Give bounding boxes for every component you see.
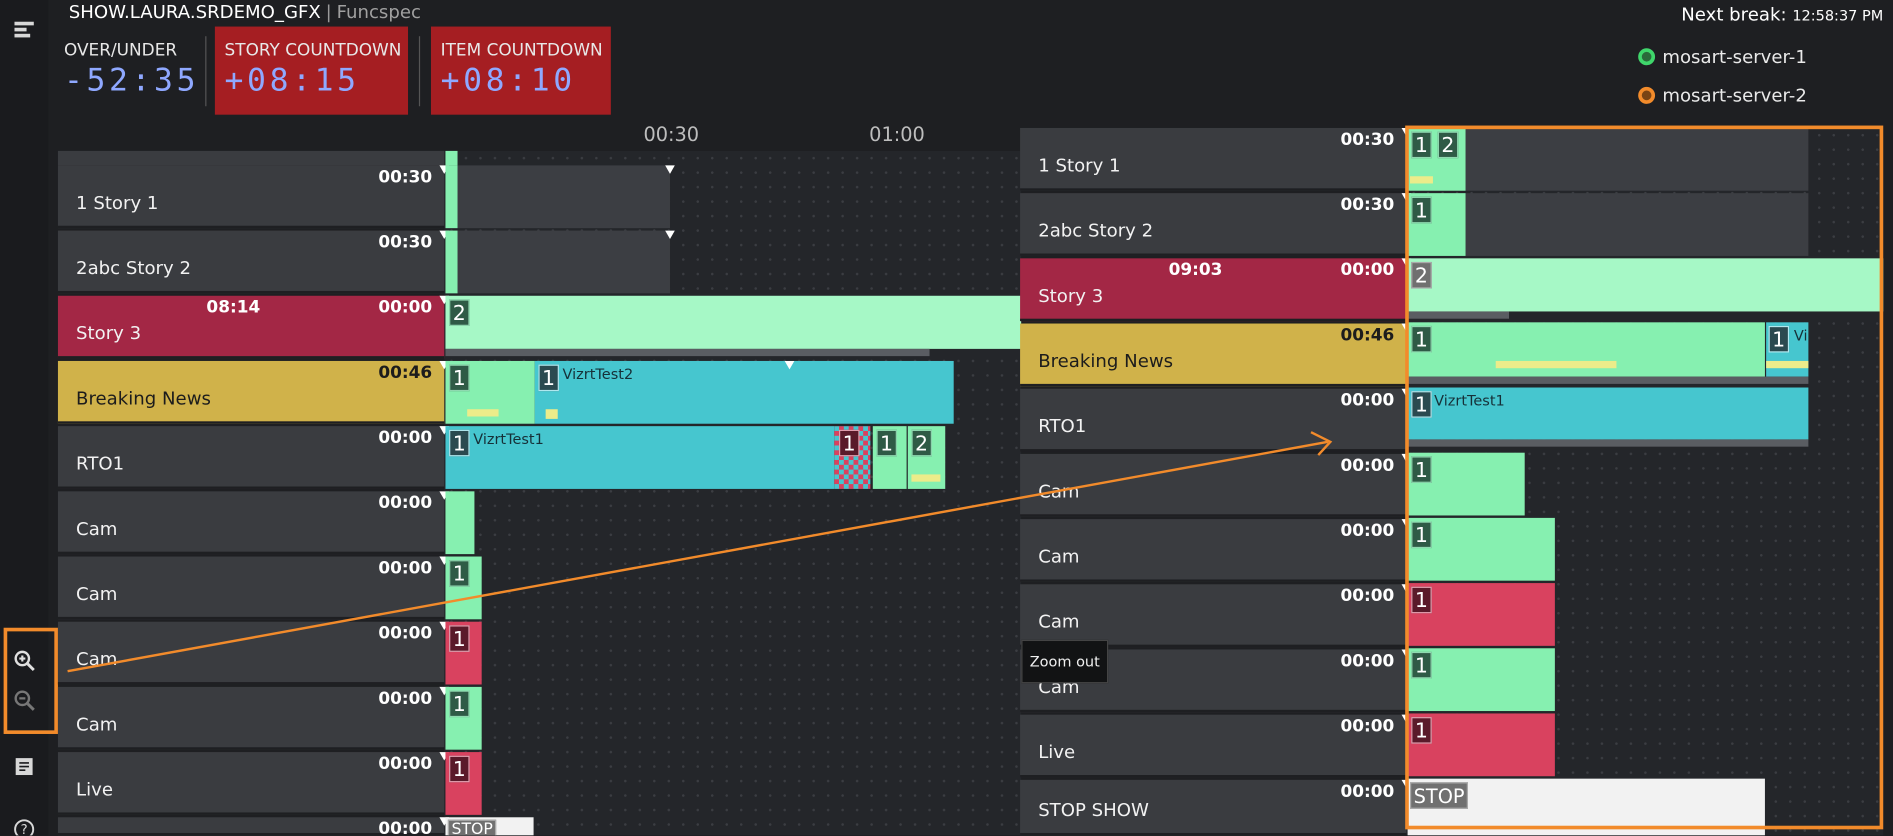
zoom-out-tooltip: Zoom out — [1021, 639, 1109, 684]
annotation-arrow — [67, 431, 1333, 673]
mosart-timeline-app: ? SHOW.LAURA.SRDEMO_GFX | Funcspec Next br… — [0, 0, 1893, 836]
